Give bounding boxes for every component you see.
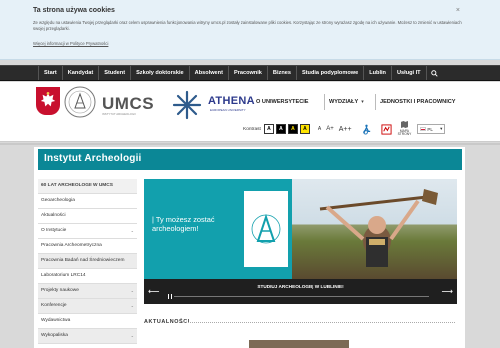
nav-absolwent[interactable]: Absolwent [188,66,228,80]
sidebar-item-excavations[interactable]: Wykopaliska ⌄ [38,329,137,344]
slider-controls: STUDIUJ ARCHEOLOGIĘ W LUBLINIE! ⟵ ⟶ [144,279,457,304]
athena-sub-label: EUROPEAN UNIVERSITY [210,108,246,112]
site-header: UMCS INSTYTUT ARCHEOLOGII ATHENA EUROPEA… [0,82,500,142]
slide-headline: | Ty możesz zostać archeologiem! [152,215,215,233]
nav-kandydat[interactable]: Kandydat [61,66,99,80]
divider [0,143,500,145]
arrow-right-icon[interactable]: ⟶ [442,287,453,296]
pause-icon[interactable] [168,294,172,299]
nav-biznes[interactable]: Biznes [266,66,296,80]
umcs-star-icon [172,90,202,120]
chevron-down-icon: ▾ [361,99,364,105]
umcs-logo-text[interactable]: UMCS [102,94,154,114]
site-map-link[interactable]: MAPA STRONY [398,121,411,137]
nav-pracownik[interactable]: Pracownik [227,66,267,80]
menu-units[interactable]: JEDNOSTKI I PRACOWNICY [375,94,456,110]
institute-logo-icon [244,191,288,267]
sidebar-item-60-years[interactable]: 60 LAT ARCHEOLOGII W UMCS [38,179,137,194]
nav-lublin[interactable]: Lublin [363,66,391,80]
sidebar-item-about[interactable]: O Instytucie ⌄ [38,224,137,239]
institute-sub-label: INSTYTUT ARCHEOLOGII [102,112,136,116]
sidebar-item-publications[interactable]: Wydawnictwa [38,314,137,329]
umcs-seal-icon[interactable] [64,86,96,118]
language-value: PL [427,126,433,132]
page-title: Instytut Archeologii [44,153,142,164]
news-divider [182,322,455,323]
slide-caption[interactable]: STUDIUJ ARCHEOLOGIĘ W LUBLINIE! [144,284,457,289]
cookie-text: Ze względu na ustawienia Twojej przegląd… [33,20,462,31]
language-select[interactable]: PL ▾ [417,124,446,134]
sidebar-item-medieval-lab[interactable]: Pracownia Badań nad Średniowieczem [38,254,137,269]
sidebar-item-news[interactable]: Aktualności [38,209,137,224]
slide-photo [292,179,457,279]
sidebar: 60 LAT ARCHEOLOGII W UMCS Geoarcheologia… [38,179,137,344]
font-size-large-button[interactable]: A+ [326,126,334,132]
nav-start[interactable]: Start [38,66,62,80]
contrast-label: Kontrast [243,126,261,132]
hero-slider[interactable]: | Ty możesz zostać archeologiem! STUDIUJ… [144,179,457,304]
sidebar-item-archeometry-lab[interactable]: Pracownia Archeometryczna [38,239,137,254]
contrast-black-yellow-button[interactable]: A [287,124,298,134]
chevron-down-icon: ⌄ [130,228,134,233]
accessibility-toolbar: Kontrast A A A A A A+ A++ MAPA STRONY PL… [243,121,446,137]
font-size-default-button[interactable]: A [318,126,321,132]
nav-postgraduate[interactable]: Studia podyplomowe [295,66,363,80]
contrast-default-button[interactable]: A [263,124,274,134]
news-thumbnail[interactable] [249,340,349,348]
accessibility-icon[interactable] [361,124,372,135]
close-cookie-button[interactable]: × [456,7,460,14]
sidebar-item-geoarcheology[interactable]: Geoarcheologia [38,194,137,209]
chevron-down-icon: ⌄ [130,303,134,308]
main-content: Instytut Archeologii 60 LAT ARCHEOLOGII … [34,147,465,348]
top-navigation: Start Kandydat Student Szkoły doktorskie… [0,65,500,81]
chevron-down-icon: ⌄ [130,288,134,293]
chevron-down-icon: ⌄ [130,333,134,338]
menu-departments-label: WYDZIAŁY [329,99,359,105]
polish-emblem-icon [36,87,60,115]
search-icon[interactable] [425,66,442,80]
sign-language-icon[interactable] [381,123,392,135]
sidebar-item-projects[interactable]: Projekty naukowe ⌄ [38,284,137,299]
slider-progress-bar [174,296,429,297]
nav-it-services[interactable]: Usługi IT [390,66,426,80]
slide-teal-panel: | Ty możesz zostać archeologiem! [144,179,292,279]
cookie-title: Ta strona używa cookies [33,7,115,14]
contrast-black-white-button[interactable]: A [275,124,286,134]
polish-flag-icon [420,126,427,131]
menu-departments[interactable]: WYDZIAŁY ▾ [324,94,364,110]
font-size-xlarge-button[interactable]: A++ [339,126,352,133]
nav-doctoral-schools[interactable]: Szkoły doktorskie [130,66,189,80]
sidebar-item-conferences[interactable]: Konferencje ⌄ [38,299,137,314]
sidebar-item-lrc14[interactable]: Laboratorium LRC14 [38,269,137,284]
nav-student[interactable]: Student [98,66,130,80]
chevron-down-icon: ▾ [440,126,443,131]
arrow-left-icon[interactable]: ⟵ [148,287,159,296]
menu-university[interactable]: O UNIWERSYTECIE [256,94,309,110]
cookie-banner: Ta strona używa cookies Ze względu na us… [0,0,500,60]
athena-logo-text[interactable]: ATHENA [208,95,255,107]
contrast-yellow-black-button[interactable]: A [299,124,310,134]
privacy-policy-link[interactable]: Więcej informacji w Polityce Prywatności [33,41,108,46]
page-title-bar: Instytut Archeologii [38,149,462,170]
